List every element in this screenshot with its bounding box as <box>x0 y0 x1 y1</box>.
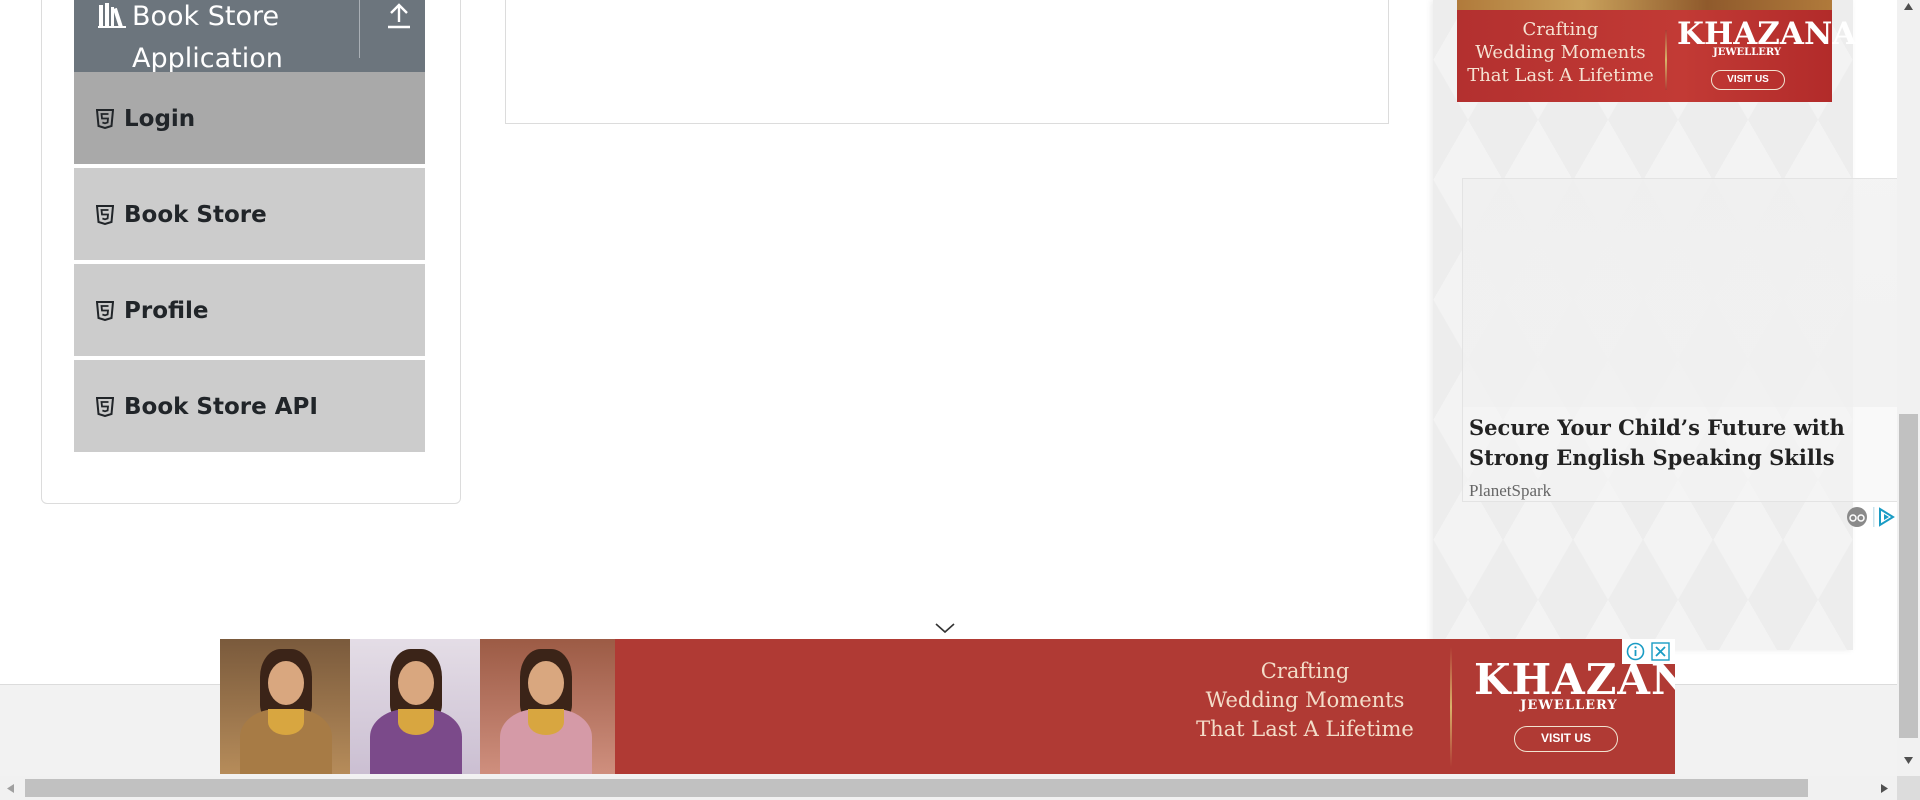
native-ad-advertiser: PlanetSpark <box>1469 481 1552 500</box>
tagline-line-2: Wedding Moments <box>1205 688 1405 712</box>
side-banner-visit-button[interactable]: VISIT US <box>1711 70 1785 90</box>
tagline-line-1: Crafting <box>1522 19 1599 40</box>
vertical-scroll-thumb[interactable] <box>1899 414 1918 738</box>
native-ad-image <box>1463 179 1903 407</box>
photo-necklace <box>528 709 564 735</box>
html5-icon <box>96 109 114 129</box>
group-title: Book Store Application <box>132 0 352 80</box>
anchor-ad-brand: KHAZANA <box>1474 655 1675 704</box>
banner-separator <box>1665 30 1667 90</box>
group-title-text: Book Store Application <box>132 1 283 74</box>
scrollbar-corner <box>1897 776 1920 800</box>
scroll-down-arrow-icon[interactable] <box>1903 756 1914 765</box>
side-banner-brand: KHAZANA <box>1677 16 1857 52</box>
html5-icon <box>96 205 114 225</box>
scroll-left-arrow-icon[interactable] <box>6 783 15 794</box>
main-content-panel <box>505 0 1389 124</box>
menu-item-book-store-api[interactable]: Book Store API <box>74 360 425 454</box>
scroll-right-arrow-icon[interactable] <box>1880 783 1889 794</box>
menu-item-label: Book Store <box>124 202 267 228</box>
html5-icon <box>96 301 114 321</box>
photo-necklace <box>398 709 434 735</box>
menu-item-label: Login <box>124 106 196 132</box>
anchor-ad-visit-button[interactable]: VISIT US <box>1514 726 1618 752</box>
side-banner-brand-sub: JEWELLERY <box>1712 47 1782 58</box>
ad-model-photo-1 <box>220 639 350 774</box>
ad-model-photo-2 <box>350 639 480 774</box>
native-ad-headline[interactable]: Secure Your Child’s Future with Strong E… <box>1469 413 1894 473</box>
tagline-line-3: That Last A Lifetime <box>1196 717 1414 741</box>
chevron-down-icon[interactable] <box>934 621 956 635</box>
photo-face <box>268 661 304 705</box>
anchor-ad-banner[interactable]: Crafting Wedding Moments That Last A Lif… <box>220 639 1675 774</box>
side-banner-tagline: Crafting Wedding Moments That Last A Lif… <box>1457 18 1664 87</box>
ad-choices-icon[interactable] <box>1843 505 1903 529</box>
vertical-scrollbar[interactable] <box>1897 0 1920 776</box>
anchor-ad-separator <box>1450 647 1452 767</box>
menu-item-label: Book Store API <box>124 394 318 420</box>
anchor-ad-tagline: Crafting Wedding Moments That Last A Lif… <box>1175 657 1435 744</box>
upload-icon[interactable] <box>386 2 412 30</box>
photo-necklace <box>268 709 304 735</box>
header-divider <box>359 0 360 58</box>
page: Book Store Application Login Book Store … <box>0 0 1920 800</box>
close-icon[interactable] <box>1651 642 1670 661</box>
ad-model-photo-3 <box>480 639 615 774</box>
info-icon[interactable] <box>1626 642 1645 661</box>
menu-item-login[interactable]: Login <box>74 72 425 166</box>
tagline-line-1: Crafting <box>1260 659 1350 683</box>
scroll-up-arrow-icon[interactable] <box>1903 2 1914 11</box>
horizontal-scrollbar[interactable] <box>0 776 1897 800</box>
menu-item-label: Profile <box>124 298 209 324</box>
menu-item-profile[interactable]: Profile <box>74 264 425 358</box>
photo-face <box>528 661 564 705</box>
html5-icon <box>96 397 114 417</box>
horizontal-scroll-thumb[interactable] <box>25 779 1808 797</box>
ad-controls <box>1622 639 1675 664</box>
native-ad-card[interactable]: Secure Your Child’s Future with Strong E… <box>1462 178 1903 502</box>
books-icon <box>98 3 126 28</box>
banner-top-strip <box>1457 0 1832 10</box>
tagline-line-3: That Last A Lifetime <box>1467 65 1654 86</box>
photo-face <box>398 661 434 705</box>
group-header-book-store-application[interactable]: Book Store Application <box>74 0 425 74</box>
tagline-line-2: Wedding Moments <box>1475 42 1646 63</box>
anchor-ad-brand-sub: JEWELLERY <box>1520 698 1618 713</box>
menu-item-book-store[interactable]: Book Store <box>74 168 425 262</box>
